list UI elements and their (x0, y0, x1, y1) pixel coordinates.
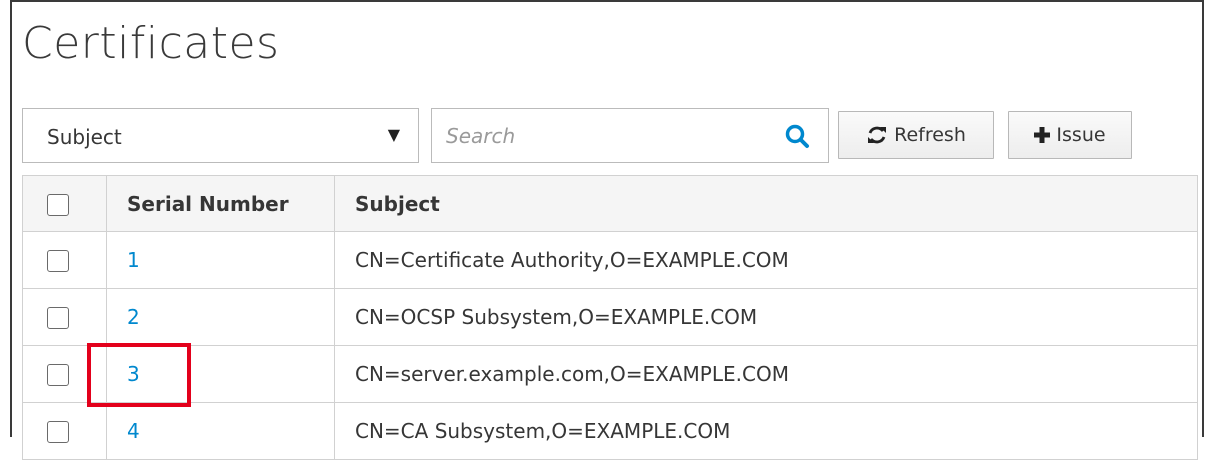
search-icon[interactable] (784, 123, 810, 149)
table-row: 1 CN=Certificate Authority,O=EXAMPLE.COM (22, 231, 1198, 289)
search-box (431, 108, 829, 163)
column-header-subject[interactable]: Subject (334, 175, 1198, 232)
row-check-cell (22, 231, 107, 289)
header-select-all-cell (22, 175, 107, 232)
filter-select-value: Subject (47, 125, 122, 149)
row-check-cell (22, 345, 107, 403)
serial-number-link[interactable]: 3 (127, 362, 140, 386)
serial-cell: 2 (106, 288, 335, 346)
column-header-serial-number[interactable]: Serial Number (106, 175, 335, 232)
row-check-cell (22, 288, 107, 346)
serial-cell: 1 (106, 231, 335, 289)
table-row: 2 CN=OCSP Subsystem,O=EXAMPLE.COM (22, 288, 1198, 346)
refresh-icon (868, 126, 887, 144)
table-row: 4 CN=CA Subsystem,O=EXAMPLE.COM (22, 402, 1198, 460)
subject-cell: CN=OCSP Subsystem,O=EXAMPLE.COM (334, 288, 1198, 346)
row-checkbox[interactable] (47, 307, 69, 330)
table-header-row: Serial Number Subject (22, 175, 1198, 232)
certificates-table: Serial Number Subject 1 CN=Certificate A… (22, 175, 1198, 460)
subject-cell: CN=Certificate Authority,O=EXAMPLE.COM (334, 231, 1198, 289)
row-checkbox[interactable] (47, 421, 69, 444)
serial-cell: 4 (106, 402, 335, 460)
issue-button-label: Issue (1056, 124, 1106, 146)
plus-icon (1034, 127, 1051, 143)
table-row: 3 CN=server.example.com,O=EXAMPLE.COM (22, 345, 1198, 403)
search-input[interactable] (442, 119, 766, 153)
serial-number-link[interactable]: 1 (127, 248, 140, 272)
row-checkbox[interactable] (47, 364, 69, 387)
filter-select[interactable]: Subject ▼ (22, 108, 419, 163)
subject-cell: CN=server.example.com,O=EXAMPLE.COM (334, 345, 1198, 403)
refresh-button[interactable]: Refresh (838, 111, 994, 159)
row-checkbox[interactable] (47, 250, 69, 273)
serial-cell: 3 (106, 345, 335, 403)
caret-down-icon: ▼ (387, 125, 400, 144)
issue-button[interactable]: Issue (1008, 111, 1132, 159)
subject-cell: CN=CA Subsystem,O=EXAMPLE.COM (334, 402, 1198, 460)
page-title: Certificates (22, 18, 280, 69)
row-check-cell (22, 402, 107, 460)
serial-number-link[interactable]: 2 (127, 305, 140, 329)
refresh-button-label: Refresh (894, 124, 966, 146)
select-all-checkbox[interactable] (47, 193, 69, 216)
serial-number-link[interactable]: 4 (127, 419, 140, 443)
